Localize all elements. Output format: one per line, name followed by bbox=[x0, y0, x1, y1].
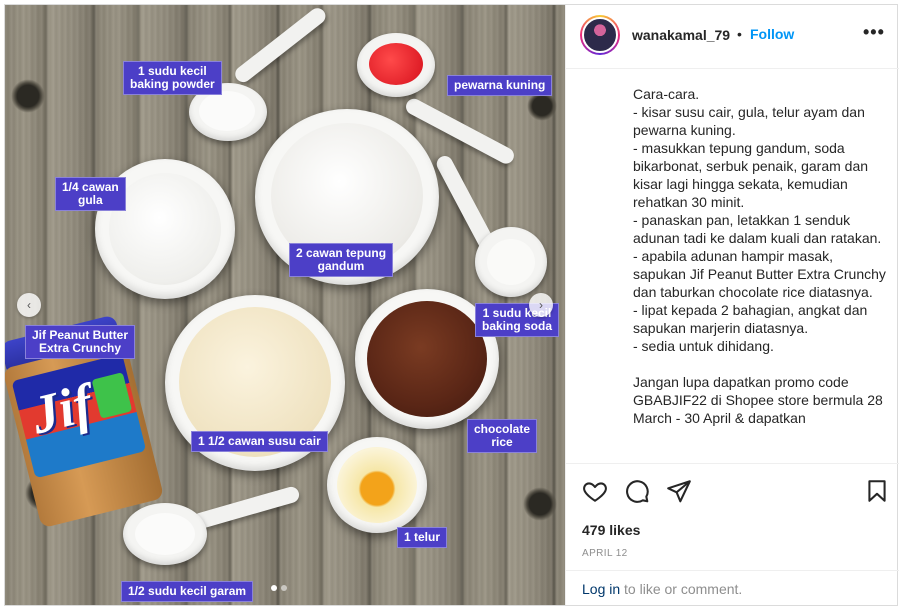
share-icon[interactable] bbox=[666, 478, 692, 504]
post-photo[interactable]: Jif 1 sudu kecil baking powder pewarna k… bbox=[5, 5, 565, 605]
header-separator: • bbox=[737, 26, 742, 42]
label-pewarna-kuning: pewarna kuning bbox=[447, 75, 553, 96]
bookmark-icon[interactable] bbox=[864, 478, 890, 504]
comment-icon[interactable] bbox=[624, 478, 650, 504]
egg-bowl bbox=[327, 437, 427, 533]
label-telur: 1 telur bbox=[397, 527, 448, 548]
post-side-panel: wanakamal_79 • Follow ••• Cara-cara. - k… bbox=[565, 5, 899, 605]
caption-text: Cara-cara. - kisar susu cair, gula, telu… bbox=[633, 86, 886, 426]
likes-count[interactable]: 479 likes bbox=[582, 522, 640, 538]
salt-spoon bbox=[123, 484, 303, 577]
post-caption: Cara-cara. - kisar susu cair, gula, telu… bbox=[633, 85, 887, 463]
carousel-prev-button[interactable]: ‹ bbox=[17, 293, 41, 317]
login-link[interactable]: Log in bbox=[582, 581, 620, 597]
carousel-dot bbox=[281, 585, 287, 591]
carousel-next-button[interactable]: › bbox=[529, 293, 553, 317]
username-link[interactable]: wanakamal_79 bbox=[632, 27, 730, 43]
wood-knot bbox=[11, 79, 45, 113]
post-actions: 479 likes APRIL 12 Log in to like or com… bbox=[566, 463, 899, 605]
post-date[interactable]: APRIL 12 bbox=[582, 548, 628, 559]
label-garam: 1/2 sudu kecil garam bbox=[121, 581, 254, 602]
login-prompt: Log in to like or comment. bbox=[566, 570, 899, 606]
heart-icon[interactable] bbox=[582, 478, 608, 504]
baking-soda-spoon bbox=[433, 135, 555, 305]
label-gula: 1/4 cawan gula bbox=[55, 177, 126, 211]
carousel-dot-active bbox=[271, 585, 277, 591]
more-options-button[interactable]: ••• bbox=[863, 22, 885, 43]
label-susu-cair: 1 1/2 cawan susu cair bbox=[191, 431, 328, 452]
label-jif-peanut-butter: Jif Peanut Butter Extra Crunchy bbox=[25, 325, 136, 359]
label-tepung-gandum: 2 cawan tepung gandum bbox=[289, 243, 394, 277]
instagram-post: Jif 1 sudu kecil baking powder pewarna k… bbox=[4, 4, 899, 606]
wood-knot bbox=[523, 487, 557, 521]
avatar[interactable] bbox=[580, 15, 620, 55]
label-chocolate-rice: chocolate rice bbox=[467, 419, 538, 453]
label-baking-powder: 1 sudu kecil baking powder bbox=[123, 61, 222, 95]
post-header: wanakamal_79 • Follow ••• bbox=[566, 5, 899, 69]
carousel-dots bbox=[271, 585, 287, 591]
login-prompt-text: to like or comment. bbox=[620, 581, 743, 597]
follow-button[interactable]: Follow bbox=[750, 26, 794, 42]
